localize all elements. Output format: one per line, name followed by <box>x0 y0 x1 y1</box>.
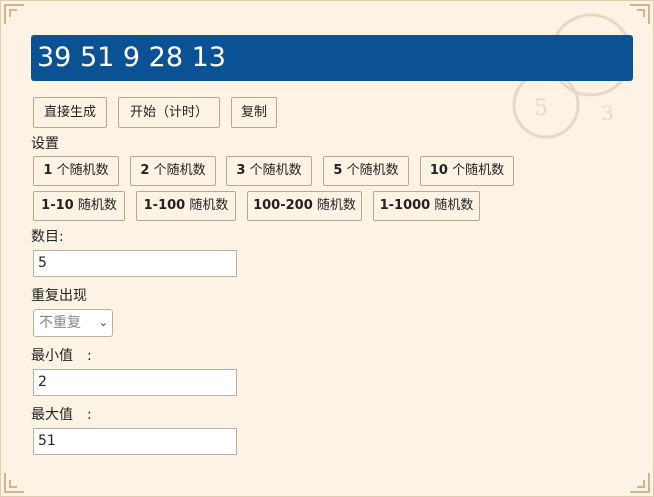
range-text: 随机数 <box>73 198 117 213</box>
range-text: 随机数 <box>185 198 229 213</box>
preset-1-random[interactable]: 1 个随机数 <box>33 156 119 186</box>
preset-10-random[interactable]: 10 个随机数 <box>420 156 514 186</box>
preset-text: 个随机数 <box>342 163 399 178</box>
chevron-down-icon: ⌄ <box>98 316 108 329</box>
corner-ornament <box>630 473 650 493</box>
preset-5-random[interactable]: 5 个随机数 <box>323 156 409 186</box>
range-1-1000[interactable]: 1-1000 随机数 <box>373 191 480 221</box>
preset-num: 10 <box>429 163 448 178</box>
settings-label: 设置 <box>31 136 59 152</box>
svg-text:5: 5 <box>534 96 548 121</box>
min-input[interactable]: 2 <box>33 369 237 396</box>
repeat-label: 重复出现 <box>31 288 87 304</box>
corner-ornament <box>4 473 24 493</box>
preset-text: 个随机数 <box>245 163 302 178</box>
min-label: 最小值 : <box>31 348 92 364</box>
range-1-100[interactable]: 1-100 随机数 <box>136 191 236 221</box>
preset-text: 个随机数 <box>52 163 109 178</box>
start-timer-button[interactable]: 开始（计时） <box>118 97 220 128</box>
corner-ornament <box>4 4 24 24</box>
generate-button[interactable]: 直接生成 <box>33 97 107 128</box>
range-num: 1-10 <box>41 198 74 213</box>
copy-button[interactable]: 复制 <box>231 97 277 128</box>
result-display: 39 51 9 28 13 <box>31 35 633 81</box>
range-num: 100-200 <box>253 198 313 213</box>
preset-text: 个随机数 <box>447 163 505 178</box>
range-1-10[interactable]: 1-10 随机数 <box>33 191 125 221</box>
svg-text:3: 3 <box>601 101 614 125</box>
repeat-selected-value: 不重复 <box>39 315 81 331</box>
preset-3-random[interactable]: 3 个随机数 <box>226 156 312 186</box>
preset-2-random[interactable]: 2 个随机数 <box>130 156 216 186</box>
range-num: 1-1000 <box>379 198 431 213</box>
range-100-200[interactable]: 100-200 随机数 <box>247 191 362 221</box>
range-text: 随机数 <box>430 198 474 213</box>
repeat-select[interactable]: 不重复 ⌄ <box>33 309 113 337</box>
range-num: 1-100 <box>143 198 186 213</box>
range-text: 随机数 <box>312 198 356 213</box>
count-input[interactable]: 5 <box>33 250 237 277</box>
count-label: 数目: <box>31 229 64 245</box>
max-input[interactable]: 51 <box>33 428 237 455</box>
preset-text: 个随机数 <box>149 163 206 178</box>
max-label: 最大值 : <box>31 407 92 423</box>
